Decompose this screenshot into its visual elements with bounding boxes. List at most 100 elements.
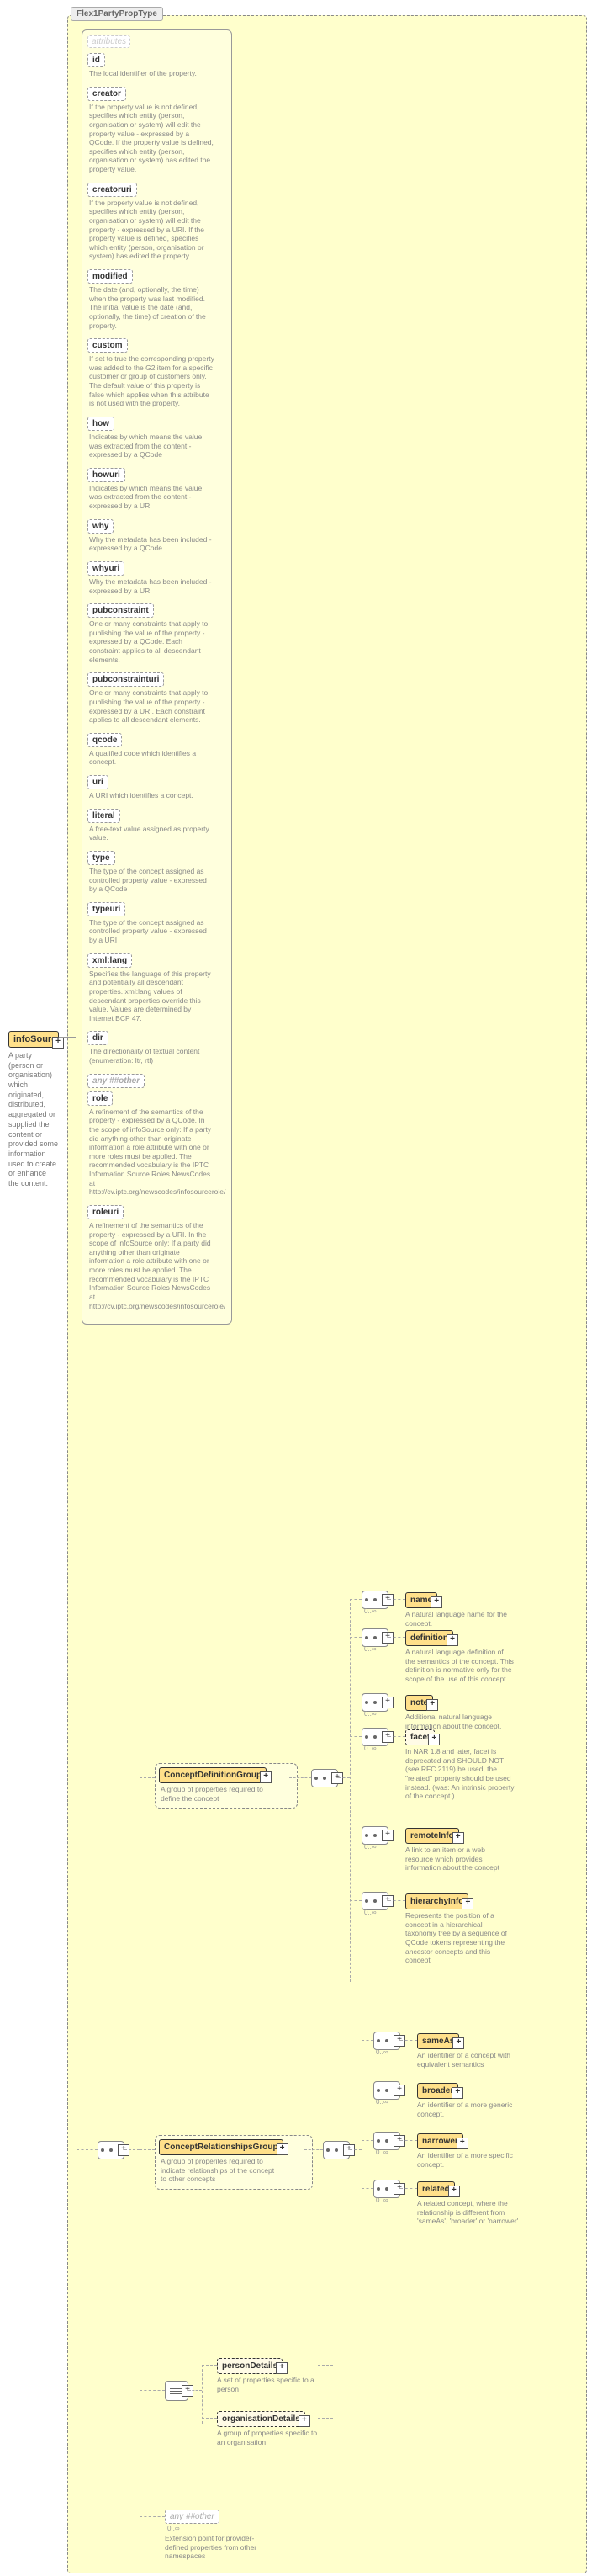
attribute-item: xml:langSpecifies the language of this p… [87,953,226,1028]
element-definition: definition+A natural language definition… [405,1630,515,1684]
element-related: related+A related concept, where the rel… [417,2181,526,2226]
expand-icon[interactable]: + [431,1596,442,1608]
attribute-desc: The local identifier of the property. [87,67,217,83]
expand-icon[interactable]: + [452,2037,464,2049]
attribute-desc: A free-text value assigned as property v… [87,823,217,847]
attribute-desc: The date (and, optionally, the time) whe… [87,284,217,335]
attribute-item: whyWhy the metadata has been included - … [87,519,226,558]
attribute-name: id [87,53,105,67]
attribute-name: literal [87,809,120,823]
element-box[interactable]: definition+ [405,1630,453,1646]
expand-icon[interactable]: + [448,2186,460,2197]
group-desc: A group of properties required to define… [159,1783,280,1804]
element-box[interactable]: remoteInfo+ [405,1828,459,1844]
attribute-name: creator [87,87,126,101]
attribute-item: pubconstrainturiOne or many constraints … [87,672,226,730]
attribute-desc: A refinement of the semantics of the pro… [87,1219,217,1315]
sequence-connector[interactable]: + [362,1892,388,1910]
element-box[interactable]: personDetails+ [217,2358,283,2374]
expand-icon[interactable]: + [426,1699,438,1711]
sequence-connector[interactable]: + [373,2081,400,2100]
element-desc: In NAR 1.8 and later, facet is deprecate… [405,1745,515,1801]
cardinality: 0..∞ [362,1710,377,1718]
attribute-name: whyuri [87,561,124,576]
expand-icon[interactable]: + [452,2087,463,2099]
element-desc: A related concept, where the relationshi… [417,2197,526,2226]
sequence-connector[interactable]: + [362,1826,388,1845]
sequence-connector[interactable]: + [362,1591,388,1609]
attribute-name: pubconstrainturi [87,672,164,687]
element-hierarchyInfo: hierarchyInfo+Represents the position of… [405,1893,515,1965]
cardinality: 0..∞ [373,2196,388,2204]
expand-icon[interactable]: + [299,2415,310,2427]
expand-icon[interactable]: + [277,2143,288,2155]
sequence-connector[interactable]: + [373,2032,400,2050]
group-label[interactable]: ConceptRelationshipsGroup+ [159,2139,283,2155]
attribute-item: literalA free-text value assigned as pro… [87,809,226,847]
expand-icon[interactable]: + [276,2362,288,2374]
attribute-name: typeuri [87,902,125,916]
expand-icon[interactable]: + [260,1771,272,1783]
attribute-item: customIf set to true the corresponding p… [87,338,226,413]
expand-icon[interactable]: + [447,1634,458,1646]
attribute-item: creatorIf the property value is not defi… [87,87,226,179]
attribute-item: uriA URI which identifies a concept. [87,775,226,805]
group-desc: A group of properites required to indica… [159,2155,280,2186]
element-box[interactable]: broader+ [417,2083,458,2099]
expand-icon[interactable]: + [462,1898,473,1909]
element-box[interactable]: name+ [405,1592,437,1608]
sequence-connector[interactable]: + [362,1628,388,1647]
sequence-connector[interactable]: + [311,1769,338,1787]
element-personDetails: personDetails+A set of properties specif… [217,2358,326,2393]
attribute-name: why [87,519,114,534]
attribute-name: howuri [87,468,125,482]
expand-icon[interactable]: + [52,1037,64,1049]
sequence-connector[interactable]: + [323,2141,350,2159]
attribute-item: idThe local identifier of the property. [87,53,226,83]
attribute-name: role [87,1091,113,1106]
any-other-element: any ##other [165,2510,219,2524]
expand-icon[interactable]: + [428,1734,440,1745]
element-box[interactable]: note+ [405,1695,433,1711]
expand-icon[interactable]: + [452,1832,464,1844]
attribute-item: roleA refinement of the semantics of the… [87,1091,226,1202]
cardinality: 0..∞ [373,2148,388,2156]
attribute-desc: Why the metadata has been included - exp… [87,534,217,558]
attribute-desc: The type of the concept assigned as cont… [87,916,217,950]
element-box[interactable]: related+ [417,2181,455,2197]
element-box[interactable]: organisationDetails+ [217,2411,305,2427]
group-label[interactable]: ConceptDefinitionGroup+ [159,1767,267,1783]
choice-connector[interactable]: + [165,2381,188,2401]
element-box[interactable]: narrower+ [417,2133,463,2149]
element-box[interactable]: hierarchyInfo+ [405,1893,468,1909]
group-concept-definition: ConceptDefinitionGroup+ A group of prope… [155,1763,298,1809]
attribute-item: dirThe directionality of textual content… [87,1031,226,1070]
sequence-connector[interactable]: + [362,1728,388,1746]
sequence-connector[interactable]: + [362,1693,388,1712]
attribute-item: roleuriA refinement of the semantics of … [87,1205,226,1315]
element-desc: A group of properties specific to an org… [217,2427,326,2446]
element-desc: A set of properties specific to a person [217,2374,326,2393]
element-box[interactable]: facet+ [405,1729,435,1745]
attribute-desc: Indicates by which means the value was e… [87,482,217,516]
sequence-connector[interactable]: + [373,2132,400,2150]
cardinality: 0..∞ [373,2098,388,2106]
cardinality: 0..∞ [362,1745,377,1752]
attribute-desc: Specifies the language of this property … [87,968,217,1028]
type-name: Flex1PartyPropType [71,7,163,21]
expand-icon[interactable]: + [457,2138,468,2149]
attribute-item: pubconstraintOne or many constraints tha… [87,603,226,669]
attributes-panel: attributes idThe local identifier of the… [82,29,232,1325]
sequence-connector[interactable]: + [373,2180,400,2198]
root-element[interactable]: infoSource+ A party (person or organisat… [8,1031,59,1189]
attribute-desc: If set to true the corresponding propert… [87,353,217,413]
element-organisationDetails: organisationDetails+A group of propertie… [217,2411,326,2446]
element-narrower: narrower+An identifier of a more specifi… [417,2133,526,2169]
attribute-desc: If the property value is not defined, sp… [87,101,217,179]
sequence-connector[interactable]: + [98,2141,124,2159]
element-facet: facet+In NAR 1.8 and later, facet is dep… [405,1729,515,1801]
attribute-name: dir [87,1031,108,1045]
cardinality: 0..∞ [373,2048,388,2056]
element-box[interactable]: sameAs+ [417,2033,459,2049]
attribute-desc: The directionality of textual content (e… [87,1045,217,1070]
